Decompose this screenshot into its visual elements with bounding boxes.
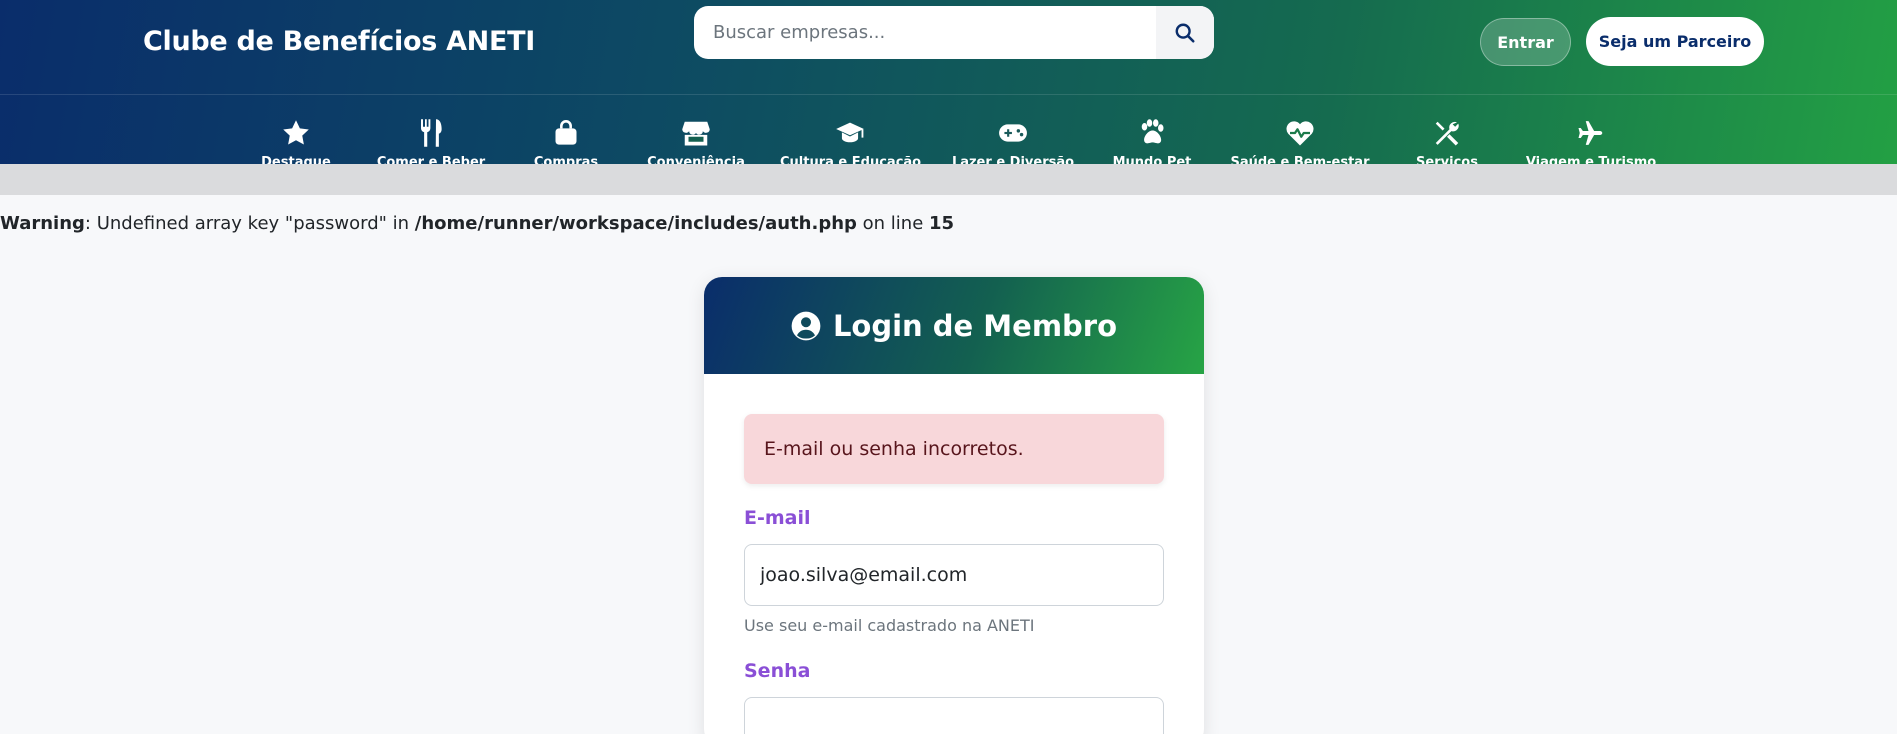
shopping-bag-icon [555,120,577,145]
become-partner-button[interactable]: Seja um Parceiro [1586,17,1764,66]
nav-scrollbar-track [0,164,1897,195]
login-title: Login de Membro [832,308,1118,343]
brand-title[interactable]: Clube de Benefícios ANETI [143,26,535,57]
gamepad-icon [999,124,1027,142]
user-circle-icon [791,311,821,340]
warning-line-text: on line [856,213,929,234]
search-button[interactable] [1156,6,1214,59]
store-icon [682,121,710,146]
plane-icon [1578,121,1603,145]
password-field[interactable] [744,697,1164,734]
password-label: Senha [744,660,811,682]
nav-label: Lazer e Diversão [951,155,1075,164]
email-help-text: Use seu e-mail cadastrado na ANETI [744,616,1035,635]
email-label: E-mail [744,507,811,529]
warning-label: Warning [0,213,85,234]
login-card-header: Login de Membro [704,277,1204,374]
heart-pulse-icon [1286,121,1314,146]
nav-item-cultura-e-educacao[interactable]: Cultura e Educação [780,96,922,164]
nav-item-mundo-pet[interactable]: Mundo Pet [1082,96,1222,164]
warning-line-number: 15 [929,213,955,234]
search-box [694,6,1214,59]
star-icon [283,120,309,145]
nav-item-comer-e-beber[interactable]: Comer e Beber [361,96,501,164]
nav-item-saude-e-bem-estar[interactable]: Saúde e Bem-estar [1230,96,1370,164]
email-field[interactable] [744,544,1164,606]
search-input[interactable] [694,6,1156,59]
nav-label: Cultura e Educação [780,155,922,164]
site-header: Clube de Benefícios ANETI Entrar Seja um… [0,0,1897,164]
nav-item-lazer-e-diversao[interactable]: Lazer e Diversão [943,96,1083,164]
nav-item-compras[interactable]: Compras [496,96,636,164]
category-nav: Destaque Comer e Beber Compras Conveniên… [0,96,1897,164]
nav-label: Compras [533,155,599,164]
warning-message: : Undefined array key "password" in [84,213,415,234]
tools-icon [1435,121,1459,146]
nav-label: Viagem e Turismo [1525,155,1657,164]
error-alert: E-mail ou senha incorretos. [744,414,1164,484]
login-card: Login de Membro E-mail ou senha incorret… [704,277,1204,734]
nav-label: Destaque [261,155,331,164]
utensils-icon [421,119,442,147]
nav-item-servicos[interactable]: Serviços [1377,96,1517,164]
nav-item-conveniencia[interactable]: Conveniência [626,96,766,164]
top-bar: Clube de Benefícios ANETI Entrar Seja um… [0,0,1897,95]
nav-label: Conveniência [647,155,745,164]
graduation-cap-icon [836,122,864,143]
nav-label: Comer e Beber [376,155,486,164]
nav-label: Mundo Pet [1112,155,1192,164]
nav-label: Serviços [1416,155,1478,164]
nav-label: Saúde e Bem-estar [1230,155,1370,164]
nav-item-destaque[interactable]: Destaque [226,96,366,164]
paw-icon [1141,119,1164,144]
php-warning: Warning: Undefined array key "password" … [0,213,954,234]
warning-path: /home/runner/workspace/includes/auth.php [414,213,857,234]
login-button[interactable]: Entrar [1480,18,1571,66]
search-icon [1175,23,1195,43]
nav-item-viagem-e-turismo[interactable]: Viagem e Turismo [1521,96,1661,164]
